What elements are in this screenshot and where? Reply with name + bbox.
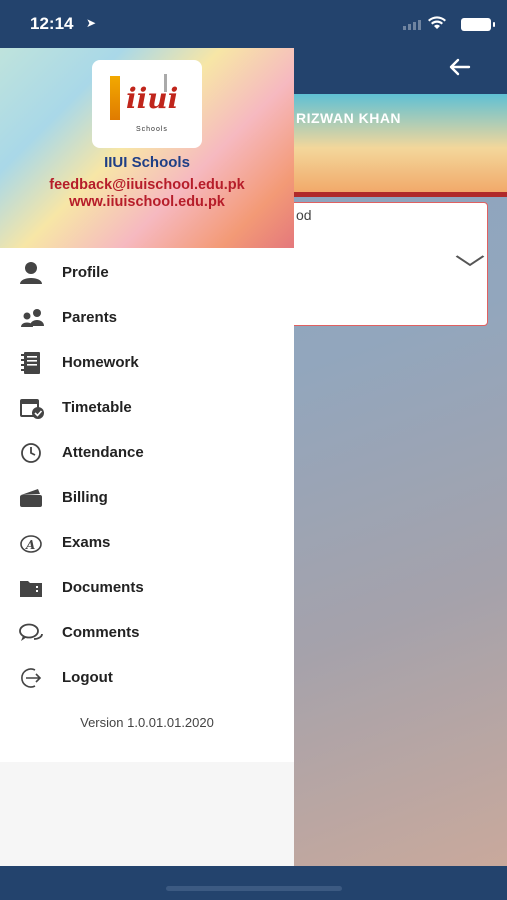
drawer-menu: Profile Parents Homework Timetable Atten… [0, 250, 294, 700]
wallet-icon [18, 486, 46, 510]
exam-icon: A [18, 531, 46, 555]
menu-label-profile: Profile [62, 264, 109, 281]
home-indicator [166, 886, 342, 891]
student-name: RIZWAN KHAN [296, 110, 402, 126]
menu-item-parents[interactable]: Parents [0, 295, 294, 340]
status-time: 12:14 [30, 14, 74, 33]
menu-item-documents[interactable]: Documents [0, 565, 294, 610]
back-arrow-icon[interactable] [449, 56, 471, 82]
school-email[interactable]: feedback@iiuischool.edu.pk [0, 177, 294, 193]
logo-text: iiui [126, 82, 179, 115]
menu-item-billing[interactable]: Billing [0, 475, 294, 520]
app-version: Version 1.0.01.01.2020 [80, 715, 214, 730]
drawer-header: iiui Schools IIUI Schools feedback@iiuis… [0, 48, 294, 248]
menu-label-billing: Billing [62, 489, 108, 506]
menu-label-logout: Logout [62, 669, 113, 686]
menu-label-exams: Exams [62, 534, 111, 551]
wifi-icon [427, 15, 447, 36]
menu-item-homework[interactable]: Homework [0, 340, 294, 385]
menu-item-timetable[interactable]: Timetable [0, 385, 294, 430]
menu-item-exams[interactable]: A Exams [0, 520, 294, 565]
menu-label-documents: Documents [62, 579, 144, 596]
folder-icon [18, 576, 46, 600]
navigation-drawer: iiui Schools IIUI Schools feedback@iiuis… [0, 48, 294, 866]
bottom-bar [0, 866, 507, 900]
menu-item-profile[interactable]: Profile [0, 250, 294, 295]
clock-icon [18, 441, 46, 465]
svg-text:A: A [25, 538, 35, 552]
menu-item-comments[interactable]: Comments [0, 610, 294, 655]
school-name: IIUI Schools [104, 154, 190, 171]
comments-icon [18, 621, 46, 645]
menu-label-homework: Homework [62, 354, 139, 371]
logout-icon [18, 666, 46, 690]
signal-icon [403, 20, 421, 30]
location-arrow-icon: ➤ [86, 16, 97, 30]
notebook-icon [18, 351, 46, 375]
menu-item-logout[interactable]: Logout [0, 655, 294, 700]
person-icon [18, 261, 46, 285]
menu-label-timetable: Timetable [62, 399, 132, 416]
parents-icon [18, 306, 46, 330]
calendar-check-icon [18, 396, 46, 420]
menu-item-attendance[interactable]: Attendance [0, 430, 294, 475]
status-bar: 12:14 ➤ [0, 0, 507, 48]
menu-label-comments: Comments [62, 624, 140, 641]
selector-card-text: od [296, 207, 312, 223]
chevron-down-icon[interactable] [455, 250, 485, 273]
school-website[interactable]: www.iiuischool.edu.pk [0, 194, 294, 210]
menu-label-parents: Parents [62, 309, 118, 326]
menu-label-attendance: Attendance [62, 444, 144, 461]
school-logo: iiui Schools [92, 60, 202, 148]
logo-subtitle: Schools [136, 126, 168, 133]
battery-icon [461, 18, 495, 31]
